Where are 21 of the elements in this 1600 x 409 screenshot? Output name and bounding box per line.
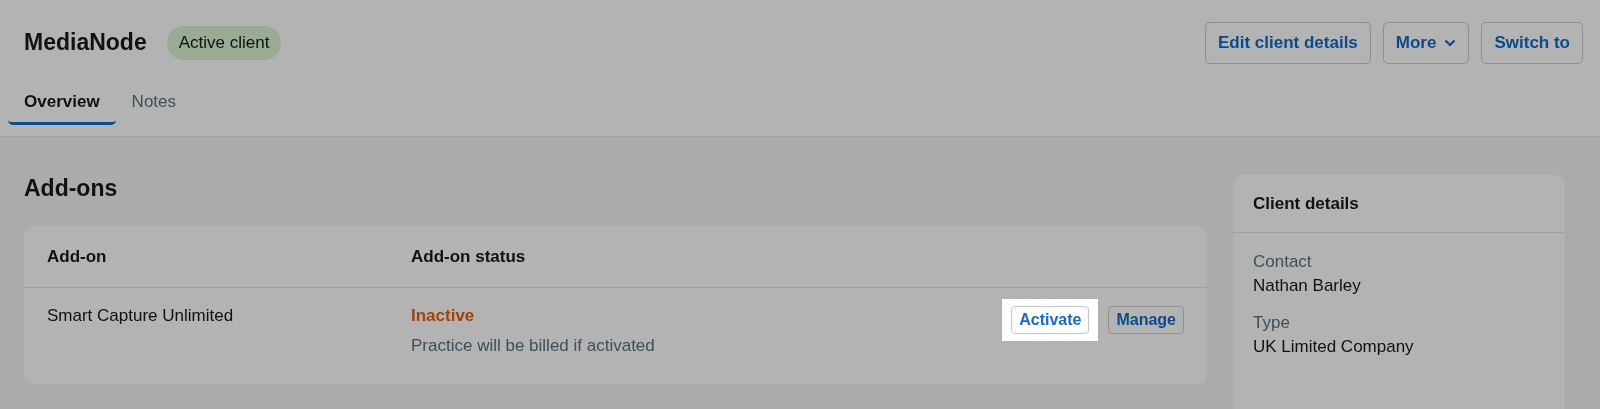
- addon-name: Smart Capture Unlimited: [47, 306, 235, 327]
- more-dropdown-button[interactable]: More: [1382, 21, 1470, 64]
- header-button[interactable]: Edit client details: [1205, 21, 1371, 64]
- tab[interactable]: Overview: [8, 83, 116, 125]
- section-heading: Add-ons: [24, 175, 119, 202]
- client-name: MediaNode: [24, 29, 147, 56]
- field-value: Nathan Barley: [1253, 276, 1362, 296]
- status-badge: Active client: [166, 25, 282, 60]
- field-label: Contact: [1253, 252, 1313, 272]
- column-header: Add-on status: [411, 246, 527, 267]
- billing-note: Practice will be billed if activated: [411, 336, 656, 356]
- header-button[interactable]: Switch to: [1481, 21, 1583, 64]
- action-button[interactable]: Manage: [1108, 306, 1184, 334]
- tab[interactable]: Notes: [115, 83, 193, 125]
- field-label: Type: [1253, 313, 1291, 333]
- field-value: UK Limited Company: [1253, 337, 1415, 357]
- status-text: Inactive: [411, 306, 476, 326]
- chevron-down-icon: [1444, 38, 1457, 47]
- column-header: Add-on: [47, 246, 108, 267]
- card-heading: Client details: [1233, 175, 1565, 233]
- action-button[interactable]: Activate: [1011, 306, 1090, 334]
